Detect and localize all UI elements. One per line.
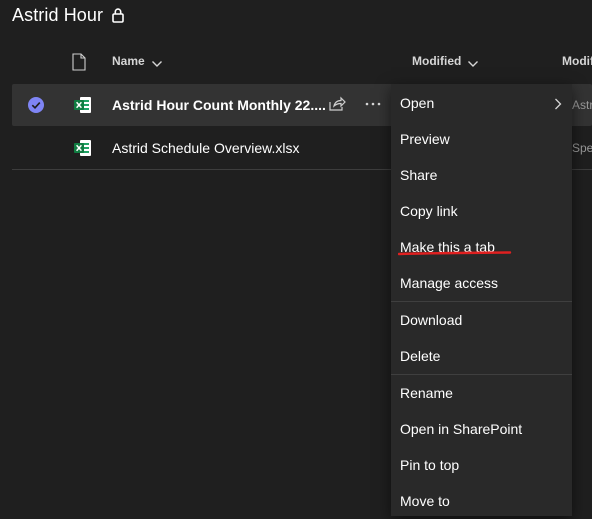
menu-item-label: Copy link xyxy=(400,203,458,219)
menu-item-pin-to-top[interactable]: Pin to top xyxy=(391,447,572,483)
context-menu: Open Preview Share Copy link Make this a… xyxy=(391,84,572,516)
column-header-name[interactable]: Name xyxy=(112,54,163,68)
column-header-modified-by[interactable]: Modifi xyxy=(562,54,592,68)
modified-by-cell: Speak xyxy=(572,141,592,155)
menu-item-rename[interactable]: Rename xyxy=(391,375,572,411)
chevron-down-icon xyxy=(151,57,163,67)
menu-item-download[interactable]: Download xyxy=(391,302,572,338)
annotation-underline xyxy=(398,251,512,256)
modified-by-cell: Astric xyxy=(572,98,592,112)
more-options-icon[interactable] xyxy=(364,96,382,112)
menu-item-share[interactable]: Share xyxy=(391,157,572,193)
menu-item-label: Delete xyxy=(400,348,441,364)
column-header-name-label: Name xyxy=(112,54,145,68)
menu-item-manage-access[interactable]: Manage access xyxy=(391,265,572,301)
menu-item-copy-link[interactable]: Copy link xyxy=(391,193,572,229)
menu-item-label: Download xyxy=(400,312,463,328)
menu-item-label: Open in SharePoint xyxy=(400,421,523,437)
lock-icon xyxy=(111,7,125,23)
chevron-right-icon xyxy=(554,97,562,110)
menu-item-preview[interactable]: Preview xyxy=(391,121,572,157)
menu-item-move-to[interactable]: Move to xyxy=(391,483,572,519)
file-type-icon[interactable] xyxy=(72,53,86,71)
file-name[interactable]: Astrid Schedule Overview.xlsx xyxy=(112,140,300,156)
share-icon[interactable] xyxy=(328,96,346,112)
column-header-modified-label: Modified xyxy=(412,54,462,68)
menu-item-open-sharepoint[interactable]: Open in SharePoint xyxy=(391,411,572,447)
channel-title-row: Astrid Hour xyxy=(12,4,125,26)
chevron-down-icon xyxy=(467,57,479,67)
page-title: Astrid Hour xyxy=(12,4,104,25)
menu-item-delete[interactable]: Delete xyxy=(391,338,572,374)
excel-icon xyxy=(74,139,92,157)
menu-item-label: Rename xyxy=(400,385,453,401)
menu-item-make-tab[interactable]: Make this a tab xyxy=(391,229,572,265)
checkmark-circle-icon[interactable] xyxy=(28,97,44,113)
menu-item-label: Pin to top xyxy=(400,457,460,473)
menu-item-label: Share xyxy=(400,167,438,183)
file-list-header: Name Modified Modifi xyxy=(12,44,592,80)
menu-item-label: Manage access xyxy=(400,275,499,291)
menu-item-label: Move to xyxy=(400,493,450,509)
excel-icon xyxy=(74,96,92,114)
column-header-modified[interactable]: Modified xyxy=(412,54,479,68)
menu-item-open[interactable]: Open xyxy=(391,85,572,121)
menu-item-label: Preview xyxy=(400,131,450,147)
file-name[interactable]: Astrid Hour Count Monthly 22.... xyxy=(112,97,326,113)
menu-item-label: Open xyxy=(400,95,435,111)
